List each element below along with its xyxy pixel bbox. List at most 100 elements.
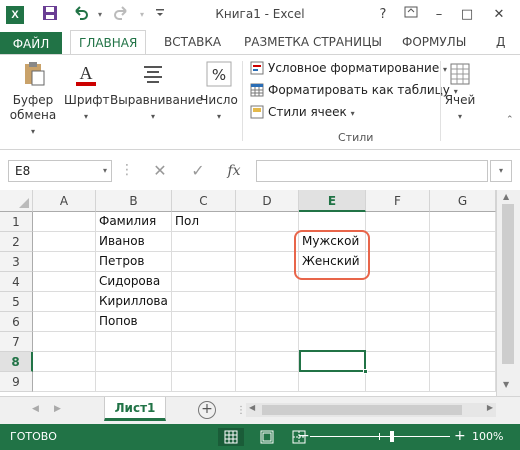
cell-a6[interactable] <box>33 312 96 332</box>
zoom-level[interactable]: 100% <box>472 430 503 443</box>
zoom-in-button[interactable]: + <box>454 428 466 444</box>
column-header-c[interactable]: C <box>172 190 236 212</box>
page-layout-view-button[interactable] <box>254 428 280 446</box>
cell-d6[interactable] <box>236 312 299 332</box>
cell-g9[interactable] <box>430 372 496 392</box>
fill-handle[interactable] <box>363 369 368 374</box>
cell-f3[interactable] <box>366 252 430 272</box>
cell-a8[interactable] <box>33 352 96 372</box>
cell-a1[interactable] <box>33 212 96 232</box>
cell-c5[interactable] <box>172 292 236 312</box>
horizontal-scroll-thumb[interactable] <box>262 405 462 415</box>
cell-a7[interactable] <box>33 332 96 352</box>
tab-split-icon[interactable]: ⋮ <box>236 405 246 416</box>
row-header-9[interactable]: 9 <box>0 372 33 392</box>
column-header-g[interactable]: G <box>430 190 496 212</box>
cell-g5[interactable] <box>430 292 496 312</box>
cell-a9[interactable] <box>33 372 96 392</box>
maximize-button[interactable]: □ <box>456 5 478 25</box>
tab-home[interactable]: ГЛАВНАЯ <box>70 30 147 55</box>
cell-c9[interactable] <box>172 372 236 392</box>
column-header-e[interactable]: E <box>299 190 366 212</box>
horizontal-scrollbar[interactable]: ◀ ▶ <box>246 403 496 417</box>
vertical-scrollbar[interactable]: ▲ ▼ <box>496 190 520 396</box>
row-header-7[interactable]: 7 <box>0 332 33 352</box>
column-header-d[interactable]: D <box>236 190 299 212</box>
row-header-2[interactable]: 2 <box>0 232 33 252</box>
cell-c6[interactable] <box>172 312 236 332</box>
cells-group[interactable]: Ячей ▾ <box>444 59 476 124</box>
cell-d2[interactable] <box>236 232 299 252</box>
insert-function-button[interactable]: fx <box>222 160 246 182</box>
cell-f1[interactable] <box>366 212 430 232</box>
scroll-left-icon[interactable]: ◀ <box>249 403 255 412</box>
cell-b5[interactable]: Кириллова <box>96 292 172 312</box>
cell-a5[interactable] <box>33 292 96 312</box>
scroll-right-icon[interactable]: ▶ <box>487 403 493 412</box>
cell-g6[interactable] <box>430 312 496 332</box>
cell-e9[interactable] <box>299 372 366 392</box>
formula-input[interactable] <box>256 160 488 182</box>
vertical-scroll-thumb[interactable] <box>502 204 514 364</box>
number-group[interactable]: % Число ▾ <box>198 59 240 124</box>
tab-insert[interactable]: ВСТАВКА <box>156 30 229 54</box>
column-header-b[interactable]: B <box>96 190 172 212</box>
cell-g1[interactable] <box>430 212 496 232</box>
cancel-icon[interactable]: ✕ <box>148 160 172 182</box>
cell-c1[interactable]: Пол <box>172 212 236 232</box>
cell-d1[interactable] <box>236 212 299 232</box>
cell-a4[interactable] <box>33 272 96 292</box>
cell-b2[interactable]: Иванов <box>96 232 172 252</box>
cell-g4[interactable] <box>430 272 496 292</box>
scroll-up-icon[interactable]: ▲ <box>503 192 509 201</box>
cell-e7[interactable] <box>299 332 366 352</box>
cell-d8[interactable] <box>236 352 299 372</box>
add-sheet-button[interactable]: + <box>198 401 216 419</box>
collapse-ribbon-icon[interactable]: ⌃ <box>506 115 514 125</box>
format-as-table-button[interactable]: Форматировать как таблицу ▾ <box>250 83 458 103</box>
cell-c4[interactable] <box>172 272 236 292</box>
cell-styles-button[interactable]: Стили ячеек ▾ <box>250 105 355 125</box>
cell-b8[interactable] <box>96 352 172 372</box>
row-header-8[interactable]: 8 <box>0 352 33 372</box>
cell-g3[interactable] <box>430 252 496 272</box>
row-header-6[interactable]: 6 <box>0 312 33 332</box>
cell-d7[interactable] <box>236 332 299 352</box>
cell-b4[interactable]: Сидорова <box>96 272 172 292</box>
clipboard-group[interactable]: Буфер обмена ▾ <box>8 59 58 139</box>
scroll-down-icon[interactable]: ▼ <box>503 380 509 389</box>
cell-b3[interactable]: Петров <box>96 252 172 272</box>
select-all-corner[interactable] <box>0 190 33 212</box>
cell-f7[interactable] <box>366 332 430 352</box>
tab-formulas[interactable]: ФОРМУЛЫ <box>394 30 474 54</box>
cell-e6[interactable] <box>299 312 366 332</box>
cell-a3[interactable] <box>33 252 96 272</box>
cell-g2[interactable] <box>430 232 496 252</box>
cell-f6[interactable] <box>366 312 430 332</box>
alignment-group[interactable]: Выравнивание ▾ <box>110 59 203 124</box>
column-header-f[interactable]: F <box>366 190 430 212</box>
cell-b9[interactable] <box>96 372 172 392</box>
tab-file[interactable]: ФАЙЛ <box>0 32 62 56</box>
enter-icon[interactable]: ✓ <box>186 160 210 182</box>
row-header-1[interactable]: 1 <box>0 212 33 232</box>
cell-f4[interactable] <box>366 272 430 292</box>
minimize-button[interactable]: – <box>428 5 450 25</box>
font-group[interactable]: A Шрифт ▾ <box>64 59 110 124</box>
zoom-out-button[interactable]: − <box>298 428 310 444</box>
cell-f9[interactable] <box>366 372 430 392</box>
cell-c8[interactable] <box>172 352 236 372</box>
active-cell-selection[interactable] <box>299 350 368 374</box>
row-header-5[interactable]: 5 <box>0 292 33 312</box>
sheet-tab-list1[interactable]: Лист1 <box>104 397 166 421</box>
cell-g8[interactable] <box>430 352 496 372</box>
cell-e1[interactable] <box>299 212 366 232</box>
close-button[interactable]: ✕ <box>488 5 510 25</box>
cell-f5[interactable] <box>366 292 430 312</box>
name-box[interactable]: E8 ▾ <box>8 160 112 182</box>
cell-d5[interactable] <box>236 292 299 312</box>
cell-d3[interactable] <box>236 252 299 272</box>
cell-e5[interactable] <box>299 292 366 312</box>
next-sheet-icon[interactable]: ▶ <box>54 404 61 414</box>
cell-f8[interactable] <box>366 352 430 372</box>
